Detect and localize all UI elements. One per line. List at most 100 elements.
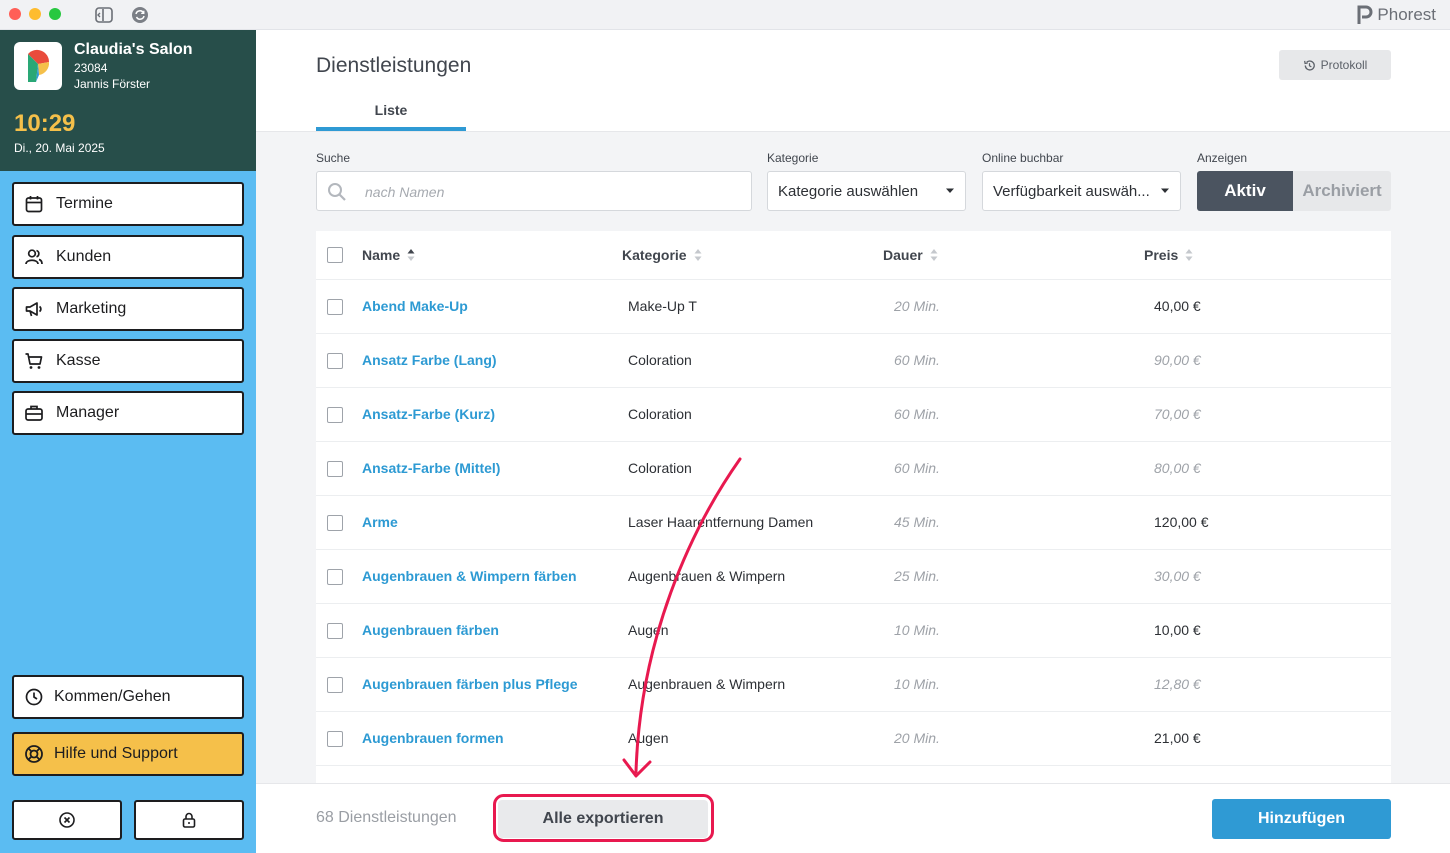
- export-all-button[interactable]: Alle exportieren: [498, 800, 708, 838]
- current-time: 10:29: [14, 110, 76, 137]
- nav-kasse-button[interactable]: Kasse: [12, 339, 244, 383]
- sort-icon: [694, 249, 702, 261]
- phorest-logo-icon: [1357, 5, 1373, 24]
- row-checkbox[interactable]: [327, 623, 343, 639]
- column-header-label: Name: [362, 247, 401, 263]
- table-row[interactable]: Abend Make-Up Make-Up T 20 Min. 40,00 €: [316, 280, 1391, 334]
- row-checkbox[interactable]: [327, 677, 343, 693]
- table-row[interactable]: Ansatz-Farbe (Mittel) Coloration 60 Min.…: [316, 442, 1391, 496]
- window-zoom-button[interactable]: [49, 8, 61, 20]
- service-category: Augenbrauen & Wimpern: [628, 568, 786, 584]
- row-checkbox[interactable]: [327, 407, 343, 423]
- service-duration: 10 Min.: [894, 676, 940, 692]
- window-minimize-button[interactable]: [29, 8, 41, 20]
- row-checkbox[interactable]: [327, 299, 343, 315]
- column-header-label: Preis: [1144, 247, 1179, 263]
- service-name-link[interactable]: Ansatz-Farbe (Kurz): [362, 406, 495, 422]
- nav-label: Kasse: [56, 352, 101, 369]
- table-row[interactable]: Augenbrauen färben plus Pflege Augenbrau…: [316, 658, 1391, 712]
- service-name-link[interactable]: Ansatz Farbe (Lang): [362, 352, 497, 368]
- sort-icon: [1185, 249, 1193, 261]
- services-table: Name Kategorie Dauer Preis Abend Make-Up…: [316, 231, 1391, 783]
- row-checkbox[interactable]: [327, 515, 343, 531]
- nav-manager-button[interactable]: Manager: [12, 391, 244, 435]
- close-session-button[interactable]: [12, 800, 122, 840]
- row-checkbox[interactable]: [327, 569, 343, 585]
- refresh-icon[interactable]: [131, 6, 149, 24]
- table-row[interactable]: Ansatz Farbe (Lang) Coloration 60 Min. 9…: [316, 334, 1391, 388]
- column-header-category[interactable]: Kategorie: [622, 247, 702, 263]
- sidebar-toggle-icon[interactable]: [95, 6, 113, 24]
- service-duration: 10 Min.: [894, 622, 940, 638]
- service-name-link[interactable]: Augenbrauen färben plus Pflege: [362, 676, 577, 692]
- nav-label: Kunden: [56, 248, 112, 265]
- footer-bar: 68 Dienstleistungen Alle exportieren Hin…: [256, 783, 1450, 853]
- category-select[interactable]: Kategorie auswählen: [767, 171, 966, 211]
- salon-logo: [14, 42, 62, 90]
- table-header: Name Kategorie Dauer Preis: [316, 231, 1391, 280]
- help-support-button[interactable]: Hilfe und Support: [12, 732, 244, 776]
- window-close-button[interactable]: [9, 8, 21, 20]
- history-icon: [1303, 59, 1315, 71]
- service-price: 70,00 €: [1154, 406, 1201, 422]
- nav-kunden-button[interactable]: Kunden: [12, 235, 244, 279]
- service-duration: 60 Min.: [894, 406, 940, 422]
- column-header-price[interactable]: Preis: [1144, 247, 1193, 263]
- service-category: Augen: [628, 622, 669, 638]
- service-category: Make-Up T: [628, 298, 697, 314]
- salon-name: Claudia's Salon: [74, 41, 193, 58]
- table-row[interactable]: Augenbrauen färben Augen 10 Min. 10,00 €: [316, 604, 1391, 658]
- row-checkbox[interactable]: [327, 461, 343, 477]
- column-header-label: Kategorie: [622, 247, 687, 263]
- logged-in-user: Jannis Förster: [74, 77, 151, 91]
- nav-termine-button[interactable]: Termine: [12, 182, 244, 226]
- service-name-link[interactable]: Arme: [362, 514, 398, 530]
- toggle-archived-button[interactable]: Archiviert: [1293, 171, 1391, 211]
- main-header: Dienstleistungen Protokoll Liste: [256, 30, 1450, 132]
- nav-marketing-button[interactable]: Marketing: [12, 287, 244, 331]
- megaphone-icon: [25, 302, 42, 317]
- row-checkbox[interactable]: [327, 353, 343, 369]
- select-all-checkbox[interactable]: [327, 247, 343, 263]
- table-row[interactable]: Augenbrauen & Wimpern färben Augenbrauen…: [316, 550, 1391, 604]
- chevron-down-icon: [1161, 188, 1169, 193]
- sort-icon: [930, 249, 938, 261]
- toggle-active-button[interactable]: Aktiv: [1197, 171, 1293, 211]
- sort-ascending-icon: [407, 249, 415, 261]
- service-duration: 20 Min.: [894, 298, 940, 314]
- service-count: 68 Dienstleistungen: [316, 809, 457, 826]
- table-row[interactable]: Ansatz-Farbe (Kurz) Coloration 60 Min. 7…: [316, 388, 1391, 442]
- column-header-duration[interactable]: Dauer: [883, 247, 938, 263]
- service-name-link[interactable]: Augenbrauen & Wimpern färben: [362, 568, 577, 584]
- service-duration: 20 Min.: [894, 730, 940, 746]
- lock-screen-button[interactable]: [134, 800, 244, 840]
- search-input[interactable]: [365, 181, 735, 203]
- help-support-label: Hilfe und Support: [54, 745, 178, 762]
- nav-label: Marketing: [56, 300, 127, 317]
- service-name-link[interactable]: Augenbrauen formen: [362, 730, 504, 746]
- lock-icon: [182, 812, 196, 828]
- page-title: Dienstleistungen: [316, 54, 472, 77]
- table-row[interactable]: Augenbrauen formen Augen 20 Min. 21,00 €: [316, 712, 1391, 766]
- service-price: 120,00 €: [1154, 514, 1209, 530]
- clock-in-out-button[interactable]: Kommen/Gehen: [12, 675, 244, 719]
- column-header-name[interactable]: Name: [362, 247, 415, 263]
- clock-in-out-label: Kommen/Gehen: [54, 688, 171, 705]
- protocol-button[interactable]: Protokoll: [1279, 50, 1391, 80]
- phorest-logo-icon: [28, 49, 50, 82]
- nav-label: Manager: [56, 404, 120, 421]
- category-select-value: Kategorie auswählen: [778, 182, 919, 200]
- row-checkbox[interactable]: [327, 731, 343, 747]
- service-duration: 60 Min.: [894, 352, 940, 368]
- service-category: Coloration: [628, 352, 692, 368]
- search-icon: [328, 183, 346, 201]
- sidebar: Claudia's Salon 23084 Jannis Förster 10:…: [0, 30, 256, 853]
- service-name-link[interactable]: Augenbrauen färben: [362, 622, 499, 638]
- table-row[interactable]: Arme Laser Haarentfernung Damen 45 Min. …: [316, 496, 1391, 550]
- service-name-link[interactable]: Abend Make-Up: [362, 298, 468, 314]
- online-bookable-select-value: Verfügbarkeit auswäh...: [993, 182, 1150, 200]
- online-bookable-select[interactable]: Verfügbarkeit auswäh...: [982, 171, 1181, 211]
- service-name-link[interactable]: Ansatz-Farbe (Mittel): [362, 460, 500, 476]
- category-label: Kategorie: [767, 151, 819, 165]
- add-service-button[interactable]: Hinzufügen: [1212, 799, 1391, 839]
